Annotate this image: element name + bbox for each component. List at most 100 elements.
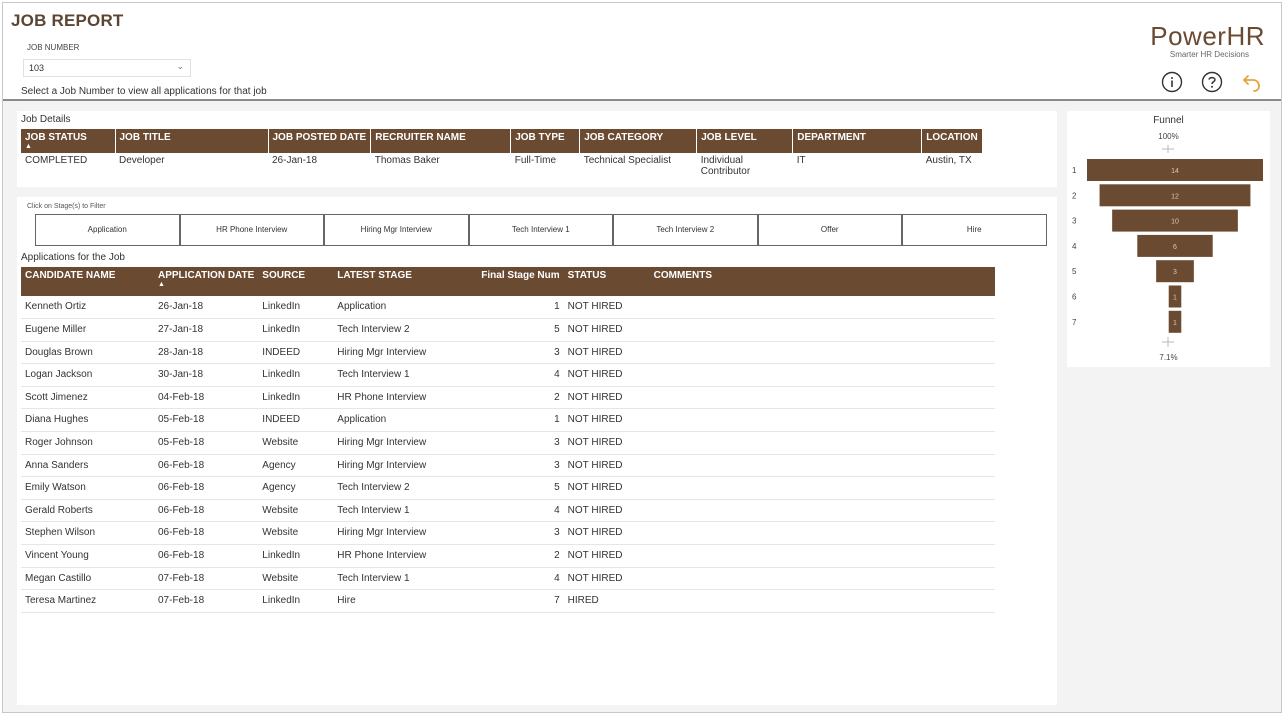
column-header[interactable]: Final Stage Num bbox=[477, 267, 564, 296]
applications-panel: Applications for the Job CANDIDATE NAME … bbox=[17, 251, 1057, 705]
job-number-dropdown[interactable]: 103 ⌄ bbox=[23, 59, 191, 77]
table-row[interactable]: Logan Jackson 30-Jan-18 LinkedIn Tech Inter… bbox=[21, 363, 995, 387]
column-header[interactable]: JOB TITLE bbox=[115, 129, 269, 153]
table-row[interactable]: Eugene Miller 27-Jan-18 LinkedIn Tech Inter… bbox=[21, 318, 995, 342]
table-row[interactable]: Roger Johnson 05-Feb-18 Website Hiring Mgr … bbox=[21, 431, 995, 455]
column-header[interactable]: APPLICATION DATE ▲ bbox=[154, 267, 259, 296]
table-cell: Emily Watson bbox=[21, 476, 154, 500]
column-header[interactable]: LATEST STAGE bbox=[333, 267, 478, 296]
column-header[interactable]: COMMENTS bbox=[649, 267, 995, 296]
job-number-value: 103 bbox=[29, 63, 45, 73]
stage-button-tech-interview-2[interactable]: Tech Interview 2 bbox=[613, 214, 758, 246]
info-icon[interactable] bbox=[1161, 71, 1183, 93]
table-row[interactable]: Scott Jimenez 04-Feb-18 LinkedIn HR Phone I… bbox=[21, 386, 995, 410]
table-cell: INDEED bbox=[258, 341, 334, 365]
column-header[interactable]: STATUS bbox=[563, 267, 650, 296]
table-cell: 06-Feb-18 bbox=[154, 454, 259, 478]
table-cell: Tech Interview 1 bbox=[333, 499, 478, 523]
table-cell: NOT HIRED bbox=[563, 296, 650, 320]
table-row[interactable]: Vincent Young 06-Feb-18 LinkedIn HR Phone I… bbox=[21, 544, 995, 568]
table-cell: Megan Castillo bbox=[21, 567, 154, 591]
table-cell: 07-Feb-18 bbox=[154, 567, 259, 591]
table-cell bbox=[649, 296, 995, 320]
table-row[interactable]: Gerald Roberts 06-Feb-18 Website Tech Inter… bbox=[21, 499, 995, 523]
table-cell: NOT HIRED bbox=[563, 499, 650, 523]
table-cell: Tech Interview 1 bbox=[333, 567, 478, 591]
funnel-category-label: 3 bbox=[1072, 217, 1077, 226]
table-cell: Website bbox=[258, 499, 334, 523]
table-cell: 4 bbox=[477, 567, 564, 591]
funnel-bar-value: 6 bbox=[1173, 244, 1177, 251]
table-row[interactable]: Megan Castillo 07-Feb-18 Website Tech Inter… bbox=[21, 567, 995, 591]
funnel-bar-value: 1 bbox=[1173, 295, 1177, 302]
page-title: JOB REPORT bbox=[11, 11, 124, 30]
table-row[interactable]: Douglas Brown 28-Jan-18 INDEED Hiring Mgr I… bbox=[21, 341, 995, 365]
column-header[interactable]: LOCATION bbox=[921, 129, 983, 153]
table-cell: Diana Hughes bbox=[21, 408, 154, 433]
table-cell: Hiring Mgr Interview bbox=[333, 454, 478, 478]
table-cell: 30-Jan-18 bbox=[154, 363, 259, 387]
stage-filter-buttons: Application HR Phone Interview Hiring Mg… bbox=[35, 214, 1047, 246]
table-cell: Website bbox=[258, 521, 334, 546]
column-header[interactable]: DEPARTMENT bbox=[792, 129, 923, 153]
table-cell: NOT HIRED bbox=[563, 363, 650, 387]
table-cell: COMPLETED bbox=[25, 155, 88, 166]
table-cell: Hiring Mgr Interview bbox=[333, 431, 478, 455]
table-cell: Tech Interview 2 bbox=[333, 318, 478, 342]
applications-title: Applications for the Job bbox=[21, 252, 125, 263]
table-cell: 2 bbox=[477, 386, 564, 410]
table-cell: Hiring Mgr Interview bbox=[333, 341, 478, 365]
stage-button-hr-phone-interview[interactable]: HR Phone Interview bbox=[179, 214, 324, 246]
table-cell: NOT HIRED bbox=[563, 431, 650, 455]
stage-button-hiring-mgr-interview[interactable]: Hiring Mgr Interview bbox=[324, 214, 469, 246]
table-cell: 06-Feb-18 bbox=[154, 499, 259, 523]
header: JOB REPORT JOB NUMBER 103 ⌄ Select a Job… bbox=[3, 3, 1281, 101]
column-header[interactable]: CANDIDATE NAME bbox=[21, 267, 154, 296]
table-cell bbox=[649, 544, 995, 568]
table-cell: Vincent Young bbox=[21, 544, 154, 568]
job-number-label: JOB NUMBER bbox=[27, 43, 80, 52]
table-cell: Thomas Baker bbox=[374, 155, 440, 166]
funnel-panel: Funnel 100% 14 1 12 2 10 3 6 4 3 5 1 6 1 7 7.1% bbox=[1067, 111, 1270, 367]
table-cell: Scott Jimenez bbox=[21, 386, 154, 410]
back-arrow-icon[interactable] bbox=[1241, 71, 1263, 93]
table-cell: Website bbox=[258, 431, 334, 455]
table-row[interactable]: Emily Watson 06-Feb-18 Agency Tech Intervie… bbox=[21, 476, 995, 500]
table-cell: LinkedIn bbox=[258, 386, 334, 410]
table-row[interactable]: Stephen Wilson 06-Feb-18 Website Hiring Mgr… bbox=[21, 521, 995, 546]
stage-button-hire[interactable]: Hire bbox=[902, 214, 1047, 246]
report-frame: JOB REPORT JOB NUMBER 103 ⌄ Select a Job… bbox=[2, 2, 1282, 713]
funnel-category-label: 5 bbox=[1072, 267, 1077, 276]
stage-button-application[interactable]: Application bbox=[35, 214, 180, 246]
table-row[interactable]: Kenneth Ortiz 26-Jan-18 LinkedIn Applicatio… bbox=[21, 296, 995, 320]
table-row[interactable]: Teresa Martinez 07-Feb-18 LinkedIn Hire 7 HIR… bbox=[21, 589, 995, 613]
table-cell: Agency bbox=[258, 454, 334, 478]
table-cell: Tech Interview 1 bbox=[333, 363, 478, 387]
column-header[interactable]: JOB POSTED DATE bbox=[268, 129, 372, 153]
table-cell bbox=[649, 318, 995, 342]
table-cell: NOT HIRED bbox=[563, 408, 650, 433]
table-cell: LinkedIn bbox=[258, 363, 334, 387]
table-cell: 1 bbox=[477, 408, 564, 433]
column-header[interactable]: SOURCE bbox=[258, 267, 334, 296]
column-header[interactable]: RECRUITER NAME bbox=[370, 129, 512, 153]
stage-button-offer[interactable]: Offer bbox=[757, 214, 902, 246]
table-cell: Eugene Miller bbox=[21, 318, 154, 342]
column-header[interactable]: JOB LEVEL bbox=[696, 129, 794, 153]
table-row[interactable]: Diana Hughes 05-Feb-18 INDEED Application 1 N… bbox=[21, 408, 995, 433]
table-cell: Kenneth Ortiz bbox=[21, 296, 154, 320]
column-header[interactable]: JOB CATEGORY bbox=[579, 129, 698, 153]
table-cell: 05-Feb-18 bbox=[154, 408, 259, 433]
funnel-chart: 14 1 12 2 10 3 6 4 3 5 1 6 1 7 bbox=[1072, 145, 1263, 347]
table-cell: 07-Feb-18 bbox=[154, 589, 259, 613]
table-cell: NOT HIRED bbox=[563, 454, 650, 478]
stage-button-tech-interview-1[interactable]: Tech Interview 1 bbox=[468, 214, 613, 246]
help-icon[interactable] bbox=[1201, 71, 1223, 93]
table-cell: 5 bbox=[477, 476, 564, 500]
table-cell: Agency bbox=[258, 476, 334, 500]
funnel-bottom-percent: 7.1% bbox=[1159, 353, 1178, 362]
column-header[interactable]: JOB STATUS ▲ bbox=[21, 129, 116, 153]
table-row[interactable]: Anna Sanders 06-Feb-18 Agency Hiring Mgr In… bbox=[21, 454, 995, 478]
table-cell: 27-Jan-18 bbox=[154, 318, 259, 342]
column-header[interactable]: JOB TYPE bbox=[510, 129, 581, 153]
